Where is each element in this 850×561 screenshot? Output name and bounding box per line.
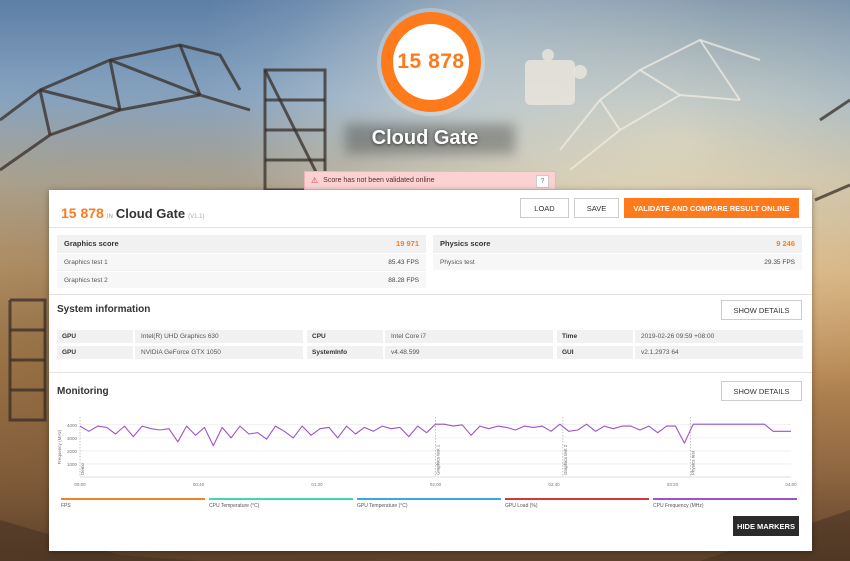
physics-score-value: 9 246 [776, 239, 795, 248]
physics-test-row: Physics test 29.35 FPS [433, 253, 802, 270]
legend-swatch [505, 498, 649, 500]
graphics-test-2-label: Graphics test 2 [64, 276, 108, 284]
graphics-score-value: 19 971 [396, 239, 419, 248]
y-tick-label: 2000 [67, 449, 78, 454]
sys-cell-gpu-1: GPU Intel(R) UHD Graphics 630 [57, 330, 303, 343]
marker-label: Demo [80, 462, 85, 475]
legend-label: CPU Frequency (MHz) [653, 503, 704, 509]
graphics-score-row: Graphics score 19 971 [57, 235, 426, 252]
legend-swatch [653, 498, 797, 500]
sys-value: v2.1.2973 64 [641, 349, 679, 356]
legend-label: FPS [61, 503, 71, 509]
graphics-test-1-value: 85.43 FPS [388, 258, 419, 266]
marker-label: Physics test [690, 450, 695, 475]
monitoring-show-details-button[interactable]: SHOW DETAILS [721, 381, 802, 401]
marker-label: Graphics test 2 [563, 444, 568, 475]
physics-score-row: Physics score 9 246 [433, 235, 802, 252]
legend-label: CPU Temperature (°C) [209, 503, 260, 509]
sys-value: 2019-02-26 09:59 +08:00 [641, 333, 715, 340]
chart-legend: FPS CPU Temperature (°C) GPU Temperature… [61, 498, 801, 512]
x-tick-label: 00:00 [74, 482, 86, 487]
scores-divider [49, 294, 812, 295]
sys-key: GUI [557, 346, 635, 359]
graphics-test-1-row: Graphics test 1 85.43 FPS [57, 253, 426, 270]
x-tick-label: 00:40 [193, 482, 205, 487]
legend-item-cpu-temp[interactable]: CPU Temperature (°C) [209, 498, 353, 509]
monitoring-chart: 4000 3000 2000 1000 Frequency (MHz) 00:00 00:4… [49, 411, 812, 511]
physics-score-box: Physics score 9 246 Physics test 29.35 F… [433, 235, 802, 270]
sys-cell-time: Time 2019-02-26 09:59 +08:00 [557, 330, 803, 343]
sys-key: GPU [57, 330, 135, 343]
load-button[interactable]: LOAD [520, 198, 569, 218]
warning-icon: ⚠ [311, 176, 319, 185]
x-tick-label: 04:00 [785, 482, 797, 487]
benchmark-title: Cloud Gate [371, 127, 479, 149]
sys-cell-systeminfo: SystemInfo v4.48.599 [307, 346, 553, 359]
legend-item-gpu-temp[interactable]: GPU Temperature (°C) [357, 498, 501, 509]
y-tick-label: 4000 [67, 423, 78, 428]
legend-item-cpu-freq[interactable]: CPU Frequency (MHz) [653, 498, 797, 509]
sys-cell-cpu: CPU Intel Core i7 [307, 330, 553, 343]
y-tick-label: 1000 [67, 462, 78, 467]
x-tick-label: 02:40 [548, 482, 560, 487]
sys-value: v4.48.599 [391, 349, 420, 356]
physics-score-label: Physics score [440, 239, 491, 248]
sys-cell-gui: GUI v2.1.2973 64 [557, 346, 803, 359]
validation-warning-text: Score has not been validated online [323, 177, 435, 184]
graphics-test-2-value: 88.28 FPS [388, 276, 419, 284]
graphics-score-label: Graphics score [64, 239, 119, 248]
validation-warning-banner: ⚠ Score has not been validated online ? [304, 171, 556, 190]
result-panel: 15 878 IN Cloud Gate (V1.1) LOAD SAVE VA… [49, 190, 812, 551]
legend-item-gpu-load[interactable]: GPU Load (%) [505, 498, 649, 509]
physics-test-label: Physics test [440, 258, 475, 266]
legend-item-fps[interactable]: FPS [61, 498, 205, 509]
legend-swatch [61, 498, 205, 500]
legend-swatch [357, 498, 501, 500]
sys-value: Intel(R) UHD Graphics 630 [141, 333, 219, 340]
help-button[interactable]: ? [536, 175, 549, 188]
sys-value: NVIDIA GeForce GTX 1050 [141, 349, 221, 356]
sys-key: Time [557, 330, 635, 343]
result-benchmark-name: Cloud Gate [115, 206, 186, 221]
x-tick-label: 02:00 [430, 482, 442, 487]
y-tick-label: 3000 [67, 436, 78, 441]
overall-score-value: 15 878 [393, 24, 469, 100]
x-tick-label: 03:20 [667, 482, 679, 487]
legend-label: GPU Temperature (°C) [357, 503, 408, 509]
result-header: 15 878 IN Cloud Gate (V1.1) [61, 205, 205, 221]
physics-test-value: 29.35 FPS [764, 258, 795, 266]
monitoring-chart-svg: 4000 3000 2000 1000 Frequency (MHz) 00:00 00:4… [57, 417, 797, 487]
legend-swatch [209, 498, 353, 500]
sys-value: Intel Core i7 [391, 333, 427, 340]
overall-score-badge: 15 878 [381, 12, 481, 112]
graphics-test-1-label: Graphics test 1 [64, 258, 108, 266]
system-show-details-button[interactable]: SHOW DETAILS [721, 300, 802, 320]
validate-online-button[interactable]: VALIDATE AND COMPARE RESULT ONLINE [624, 198, 799, 218]
x-tick-label: 01:20 [311, 482, 323, 487]
result-score: 15 878 [61, 205, 104, 221]
sys-key: CPU [307, 330, 385, 343]
result-benchmark-version: (V1.1) [188, 214, 205, 220]
save-button[interactable]: SAVE [574, 198, 619, 218]
graphics-test-2-row: Graphics test 2 88.28 FPS [57, 271, 426, 288]
graphics-score-box: Graphics score 19 971 Graphics test 1 85… [57, 235, 426, 288]
monitoring-title: Monitoring [57, 386, 109, 397]
system-info-title: System information [57, 304, 151, 315]
legend-label: GPU Load (%) [505, 503, 538, 509]
system-divider [49, 372, 812, 373]
sys-cell-gpu-2: GPU NVIDIA GeForce GTX 1050 [57, 346, 303, 359]
header-divider [49, 227, 812, 228]
sys-key: SystemInfo [307, 346, 385, 359]
y-axis-label: Frequency (MHz) [57, 429, 62, 464]
result-in-label: IN [106, 214, 113, 220]
marker-label: Graphics test 1 [436, 444, 441, 475]
hide-markers-button[interactable]: HIDE MARKERS [733, 516, 799, 536]
sys-key: GPU [57, 346, 135, 359]
